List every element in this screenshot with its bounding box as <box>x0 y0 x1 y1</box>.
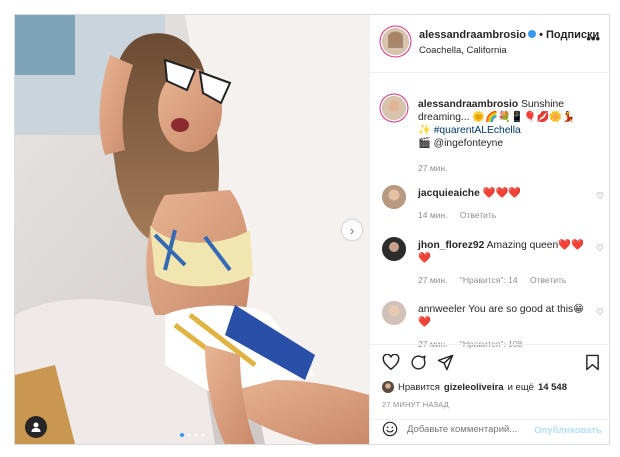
bookmark-icon[interactable] <box>585 354 600 376</box>
comment-username[interactable]: jhon_florez92 <box>418 240 484 251</box>
comment-time: 27 мин. <box>418 275 448 285</box>
caption-time: 27 мин. <box>418 163 448 173</box>
liker-username[interactable]: gizeleoliveira <box>444 382 504 393</box>
comment-meta: 27 мин. "Нравится": 14 Ответить <box>418 275 576 285</box>
comment-body: ❤️❤️❤️ <box>482 188 522 199</box>
caption-hashtag[interactable]: #quarentALEchella <box>434 125 521 136</box>
caption-text: alessandraambrosio Sunshine dreaming... … <box>418 98 586 150</box>
add-comment-bar: Опубликовать <box>370 419 610 444</box>
post-side-panel: alessandraambrosio • Подписки Coachella,… <box>369 15 610 444</box>
post-container: › alessandraambrosio • Подписки Coachell… <box>14 14 610 445</box>
comment-icon[interactable] <box>410 354 427 376</box>
likes-summary[interactable]: Нравится gizeleoliveira и ещё 14 548 <box>382 381 567 393</box>
user-tag-icon <box>31 422 41 432</box>
comment-avatar[interactable] <box>382 185 406 209</box>
comment-text: annweeler You are so good at this😁❤️ <box>418 303 586 329</box>
post-location[interactable]: Coachella, California <box>419 45 507 56</box>
carousel-indicator <box>15 433 369 437</box>
post-header: alessandraambrosio • Подписки Coachella,… <box>370 15 610 73</box>
comment-avatar[interactable] <box>382 301 406 325</box>
comment-like-icon[interactable]: ♡ <box>596 307 604 318</box>
comment-text: jacquieaiche ❤️❤️❤️ <box>418 187 586 200</box>
comment-input[interactable] <box>407 424 547 435</box>
likes-middle: и ещё <box>507 381 534 393</box>
photo-illustration <box>15 15 369 444</box>
comment-like-icon[interactable]: ♡ <box>596 191 604 202</box>
carousel-dot <box>200 433 205 437</box>
likes-prefix: Нравится <box>398 381 440 393</box>
liker-avatar <box>382 381 394 393</box>
caption-avatar[interactable] <box>382 96 406 120</box>
avatar-image <box>382 96 406 120</box>
reply-button[interactable]: Ответить <box>530 275 566 285</box>
comment-like-icon[interactable]: ♡ <box>596 243 604 254</box>
comment-avatar[interactable] <box>382 237 406 261</box>
publish-button[interactable]: Опубликовать <box>534 425 602 436</box>
avatar-image <box>382 28 409 55</box>
carousel-dot <box>179 433 184 437</box>
comments-list: alessandraambrosio Sunshine dreaming... … <box>370 81 610 351</box>
caption-meta: 27 мин. <box>418 163 457 173</box>
carousel-dot <box>186 433 191 437</box>
comment-likes[interactable]: "Нравится": 14 <box>460 275 518 285</box>
author-username[interactable]: alessandraambrosio <box>419 29 526 41</box>
next-slide-button[interactable]: › <box>342 220 362 240</box>
avatar-image <box>382 301 406 325</box>
likes-count[interactable]: 14 548 <box>538 382 567 393</box>
caption-username[interactable]: alessandraambrosio <box>418 99 518 110</box>
verified-badge-icon <box>528 30 536 38</box>
author-avatar[interactable] <box>382 28 409 55</box>
comment-text: jhon_florez92 Amazing queen❤️❤️❤️ <box>418 239 586 265</box>
emoji-icon[interactable] <box>382 421 398 440</box>
post-time-ago[interactable]: 27 МИНУТ НАЗАД <box>382 400 449 409</box>
comment-username[interactable]: annweeler <box>418 304 466 315</box>
comment-time: 14 мин. <box>418 210 448 220</box>
comment-username[interactable]: jacquieaiche <box>418 188 480 199</box>
caption-credit: 🎬 @ingefonteyne <box>418 138 504 149</box>
author-line: alessandraambrosio • Подписки <box>419 29 599 41</box>
header-separator: • <box>539 29 543 41</box>
avatar-image <box>382 185 406 209</box>
carousel-dot <box>193 433 198 437</box>
post-actions: Нравится gizeleoliveira и ещё 14 548 27 … <box>370 344 610 414</box>
avatar-image <box>382 237 406 261</box>
heart-icon[interactable] <box>382 353 400 375</box>
post-photo[interactable]: › <box>15 15 369 444</box>
reply-button[interactable]: Ответить <box>460 210 496 220</box>
comment-meta: 14 мин. Ответить <box>418 210 506 220</box>
more-options-icon[interactable]: ••• <box>586 31 600 46</box>
share-icon[interactable] <box>437 354 454 376</box>
